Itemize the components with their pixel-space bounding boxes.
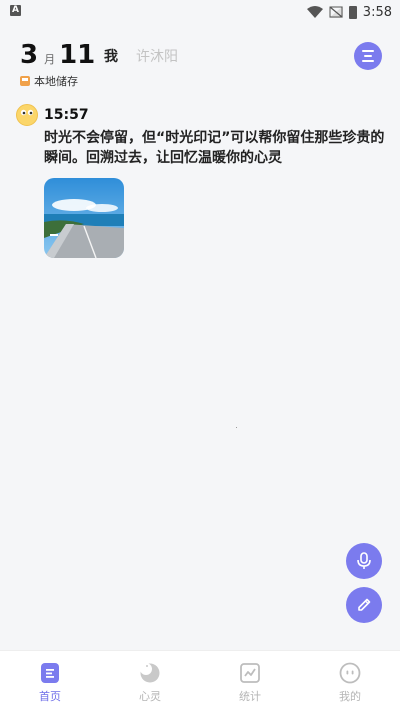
entry-text: 时光不会停留，但“时光印记”可以帮你留住那些珍贵的瞬间。回溯过去，让回忆温暖你的… — [44, 130, 385, 166]
day-value: 11 — [59, 40, 96, 70]
divider-dot — [236, 427, 237, 428]
menu-icon — [362, 50, 374, 52]
storage-indicator: 本地储存 — [20, 73, 78, 89]
nav-label-stats: 统计 — [239, 690, 261, 703]
nav-profile[interactable]: 我的 — [300, 651, 400, 713]
nav-label-soul: 心灵 — [139, 690, 161, 703]
home-icon — [41, 663, 59, 683]
wifi-icon — [306, 6, 323, 18]
pencil-icon — [358, 598, 371, 611]
mood-emoji-icon — [16, 104, 38, 126]
nav-stats[interactable]: 统计 — [200, 651, 300, 713]
bottom-navigation: 首页 心灵 统计 我的 — [0, 650, 400, 713]
chart-icon — [240, 663, 260, 683]
moon-icon — [140, 663, 160, 683]
nav-label-home: 首页 — [39, 690, 61, 703]
entry-time: 15:57 — [44, 107, 89, 123]
voice-button[interactable] — [346, 543, 382, 579]
battery-icon — [348, 5, 357, 19]
nav-soul[interactable]: 心灵 — [100, 651, 200, 713]
status-bar: A 3:58 — [0, 0, 400, 24]
write-button[interactable] — [346, 587, 382, 623]
menu-button[interactable] — [354, 42, 382, 70]
tab-partner[interactable]: 许沐阳 — [136, 46, 178, 66]
profile-icon — [339, 662, 361, 684]
tab-me[interactable]: 我 — [104, 46, 118, 66]
nav-home[interactable]: 首页 — [0, 651, 100, 713]
month-value: 3 — [20, 40, 39, 70]
status-icons: 3:58 — [306, 2, 392, 22]
header: 3 月 11 我 许沐阳 本地储存 — [0, 30, 400, 100]
nav-label-profile: 我的 — [339, 690, 361, 703]
date-display[interactable]: 3 月 11 — [20, 40, 95, 70]
entry-photo[interactable] — [44, 178, 124, 258]
app-notification-icon: A — [10, 5, 21, 16]
storage-label: 本地储存 — [34, 75, 78, 88]
signal-icon — [328, 6, 343, 18]
storage-icon — [20, 76, 30, 86]
microphone-icon — [357, 552, 371, 569]
month-unit: 月 — [44, 53, 56, 66]
status-time: 3:58 — [362, 4, 392, 20]
